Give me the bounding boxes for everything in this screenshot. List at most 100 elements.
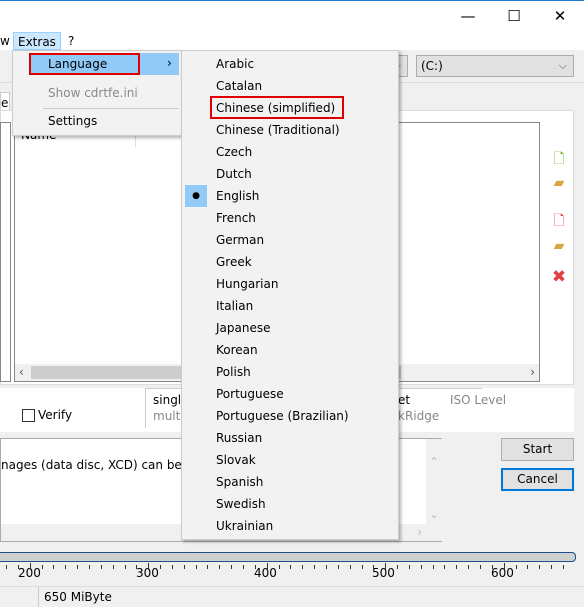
ruler-tick	[29, 563, 31, 570]
ruler-tick	[266, 563, 268, 570]
language-item-slovak[interactable]: Slovak	[216, 449, 256, 471]
status-size: 650 MiByte	[44, 590, 112, 604]
ruler-label: 500	[372, 566, 395, 580]
remove-folder-icon[interactable]: ▰	[550, 237, 568, 255]
ruler-tick	[148, 563, 150, 570]
option-label: et	[398, 393, 411, 407]
menu-separator	[43, 108, 179, 109]
ruler-tick	[408, 565, 410, 569]
scroll-right-icon[interactable]: ›	[530, 365, 535, 379]
language-item-chinese-simplified[interactable]: Chinese (simplified)	[216, 97, 335, 119]
chevron-down-icon: ⌵	[558, 59, 567, 72]
ruler-tick	[385, 563, 387, 570]
annotation-box	[29, 53, 140, 75]
language-item-portuguese[interactable]: Portuguese	[216, 383, 284, 405]
close-button[interactable]: ✕	[540, 5, 580, 29]
language-item-korean[interactable]: Korean	[216, 339, 258, 361]
chevron-right-icon: ›	[167, 56, 172, 70]
ruler-tick	[397, 565, 399, 569]
ruler-tick	[77, 565, 79, 569]
language-item-greek[interactable]: Greek	[216, 251, 252, 273]
menu-item-settings[interactable]: Settings	[48, 114, 97, 128]
delete-icon[interactable]: ✖	[550, 268, 568, 286]
ruler-tick	[41, 565, 43, 569]
language-item-spanish[interactable]: Spanish	[216, 471, 263, 493]
ruler-tick	[112, 565, 114, 569]
ruler-tick	[527, 565, 529, 569]
ruler-tick	[254, 565, 256, 569]
scroll-left-icon[interactable]: ‹	[19, 365, 24, 379]
remove-file-icon[interactable]: 🗋	[550, 212, 568, 230]
ruler-tick	[491, 565, 493, 569]
ruler-tick	[361, 565, 363, 569]
status-bar: 650 MiByte	[0, 586, 584, 607]
start-button[interactable]: Start	[501, 438, 574, 461]
extras-menu: Language › Show cdrtfe.ini Settings	[12, 50, 182, 136]
ruler-tick	[551, 565, 553, 569]
ruler-tick	[6, 565, 7, 569]
language-item-italian[interactable]: Italian	[216, 295, 253, 317]
ruler-tick	[219, 565, 221, 569]
menu-view[interactable]: w	[0, 32, 14, 50]
ruler-tick	[515, 565, 517, 569]
ruler-label: 400	[254, 566, 277, 580]
ruler-tick	[124, 565, 126, 569]
language-item-portuguese-brazilian[interactable]: Portuguese (Brazilian)	[216, 405, 349, 427]
ruler-tick	[432, 565, 434, 569]
ruler-tick	[53, 565, 55, 569]
language-item-czech[interactable]: Czech	[216, 141, 252, 163]
language-item-swedish[interactable]: Swedish	[216, 493, 266, 515]
ruler-tick	[468, 565, 470, 569]
verify-checkbox[interactable]	[22, 409, 35, 422]
language-item-ukrainian[interactable]: Ukrainian	[216, 515, 273, 537]
add-folder-icon[interactable]: ▰	[550, 174, 568, 192]
ruler-tick	[160, 565, 162, 569]
ruler-tick	[456, 565, 458, 569]
language-item-english[interactable]: English	[216, 185, 259, 207]
language-item-french[interactable]: French	[216, 207, 256, 229]
maximize-button[interactable]: ☐	[494, 5, 534, 29]
language-item-catalan[interactable]: Catalan	[216, 75, 262, 97]
ruler-tick	[337, 565, 339, 569]
cancel-button[interactable]: Cancel	[501, 468, 574, 491]
menu-item-show-ini: Show cdrtfe.ini	[48, 86, 138, 100]
ruler-tick	[325, 565, 327, 569]
language-item-hungarian[interactable]: Hungarian	[216, 273, 278, 295]
menu-help[interactable]: ?	[64, 32, 78, 50]
ruler-tick	[231, 565, 233, 569]
ruler-tick	[373, 565, 375, 569]
ruler-tick	[136, 565, 138, 569]
session-multi[interactable]: multi	[153, 409, 184, 423]
language-item-russian[interactable]: Russian	[216, 427, 262, 449]
language-item-german[interactable]: German	[216, 229, 264, 251]
ruler-tick	[243, 565, 244, 569]
drive-combo-value: (C:)	[421, 59, 443, 73]
rockridge-label[interactable]: kRidge	[398, 409, 439, 423]
add-file-icon[interactable]: 🗋	[550, 150, 568, 168]
ruler-tick	[65, 565, 67, 569]
ruler-tick	[539, 565, 541, 569]
ruler-tick	[349, 565, 351, 569]
language-item-chinese-traditional[interactable]: Chinese (Traditional)	[216, 119, 340, 141]
ruler-tick	[562, 565, 564, 569]
selected-bullet-icon: ●	[185, 185, 207, 207]
vertical-scrollbar[interactable]: ⌃ ⌄	[426, 439, 442, 541]
ruler-tick	[290, 565, 292, 569]
capacity-bar	[0, 552, 576, 562]
folder-tree[interactable]	[0, 122, 11, 382]
ruler-tick	[183, 565, 185, 569]
language-item-japanese[interactable]: Japanese	[216, 317, 271, 339]
tab[interactable]: e	[0, 92, 10, 112]
iso-level-label[interactable]: ISO Level	[450, 393, 506, 407]
ruler-tick	[444, 565, 446, 569]
menu-extras[interactable]: Extras	[13, 32, 61, 50]
language-item-dutch[interactable]: Dutch	[216, 163, 252, 185]
language-item-arabic[interactable]: Arabic	[216, 53, 254, 75]
ruler-tick	[314, 565, 316, 569]
ruler-tick	[88, 565, 90, 569]
drive-combo[interactable]: (C:) ⌵	[416, 55, 574, 77]
minimize-button[interactable]: —	[448, 5, 488, 29]
language-item-polish[interactable]: Polish	[216, 361, 251, 383]
menu-bar: w Extras ?	[0, 32, 584, 50]
ruler-tick	[503, 563, 505, 570]
